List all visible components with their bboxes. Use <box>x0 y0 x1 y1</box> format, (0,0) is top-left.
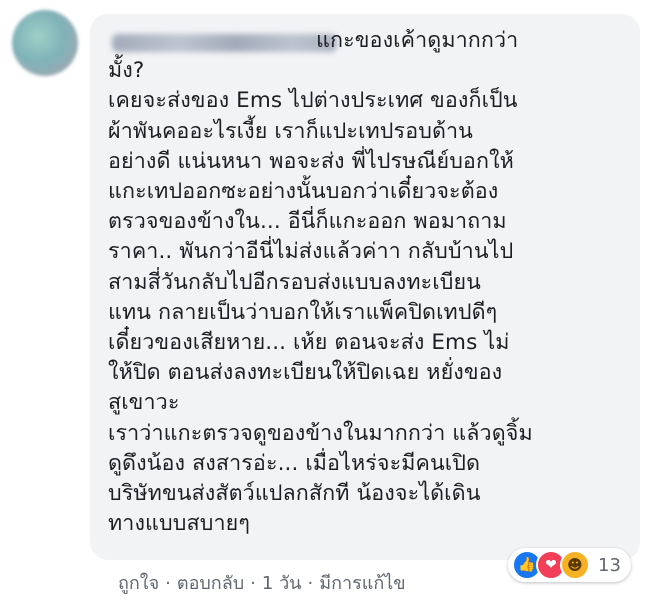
separator: · <box>307 573 314 594</box>
comment-bubble: แกะของเค้าดูมากกว่า มั้ง? เคยจะส่งของ Em… <box>90 14 640 560</box>
comment-actions: ถูกใจ · ตอบกลับ · 1 วัน · มีการแก้ไข <box>118 568 406 597</box>
timestamp[interactable]: 1 วัน <box>262 573 302 594</box>
edited-label[interactable]: มีการแก้ไข <box>319 573 405 594</box>
separator: · <box>165 573 171 594</box>
separator: · <box>250 573 256 594</box>
reply-link[interactable]: ตอบกลับ <box>177 573 244 594</box>
reaction-summary[interactable]: 👍 ❤ ☻ 13 <box>508 548 631 582</box>
comment-text: แกะของเค้าดูมากกว่า มั้ง? เคยจะส่งของ Em… <box>108 28 533 537</box>
avatar[interactable] <box>12 10 78 76</box>
reaction-count: 13 <box>598 554 621 576</box>
like-link[interactable]: ถูกใจ <box>118 573 159 594</box>
haha-icon: ☻ <box>560 550 590 580</box>
